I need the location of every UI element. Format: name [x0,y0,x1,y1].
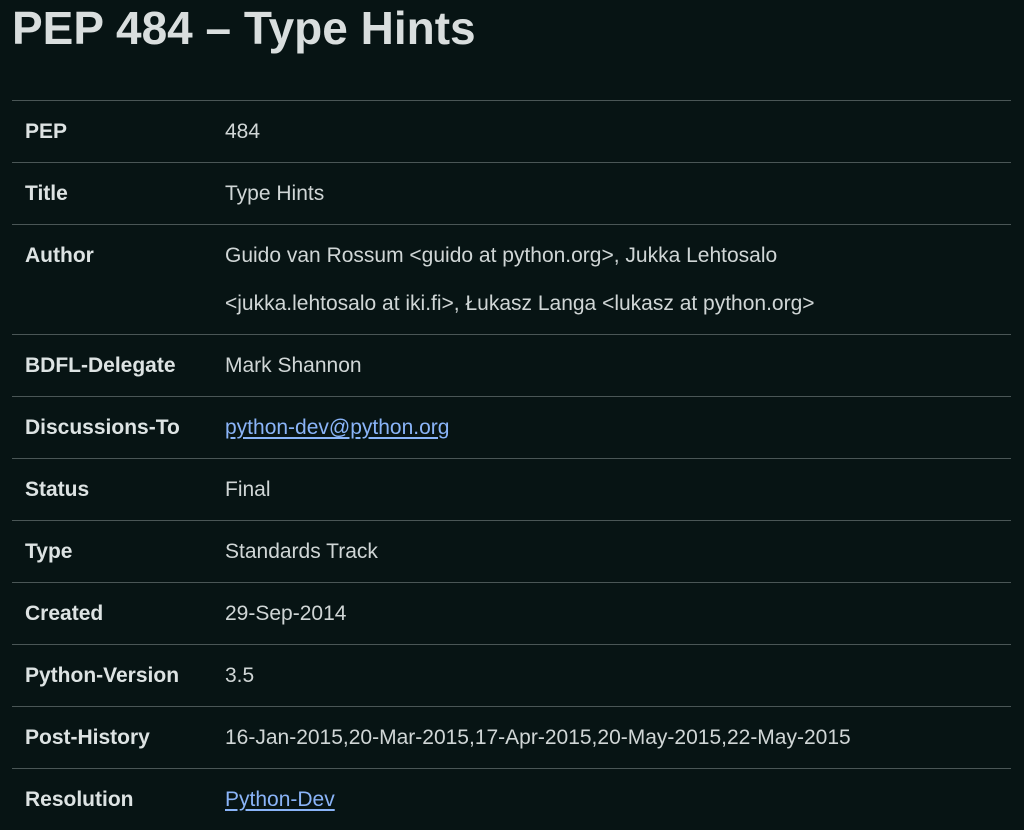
field-value-bdfl-delegate: Mark Shannon [225,354,362,377]
header-row-title: Title Type Hints [12,163,1011,225]
field-value-created: 29-Sep-2014 [225,602,347,625]
header-row-python-version: Python-Version 3.5 [12,645,1011,707]
header-row-resolution: Resolution Python-Dev [12,769,1011,830]
header-row-post-history: Post-History 16-Jan-2015,20-Mar-2015,17-… [12,707,1011,769]
field-label-author: Author [25,244,94,267]
field-label-pep: PEP [25,120,68,143]
author-line-2: <jukka.lehtosalo at iki.fi>, Łukasz Lang… [225,292,815,315]
field-value-discussions-to: python-dev@python.org [225,397,1011,459]
field-label-discussions-to: Discussions-To [25,416,180,439]
field-label-resolution: Resolution [25,788,134,811]
field-value-status: Final [225,478,271,501]
header-row-created: Created 29-Sep-2014 [12,583,1011,645]
field-value-pep: 484 [225,120,261,143]
field-label-bdfl-delegate: BDFL-Delegate [25,354,176,377]
field-label-created: Created [25,602,104,625]
header-row-type: Type Standards Track [12,521,1011,583]
field-value-resolution: Python-Dev [225,769,1011,830]
field-value-post-history: 16-Jan-2015,20-Mar-2015,17-Apr-2015,20-M… [225,726,851,749]
page-title: PEP 484 – Type Hints [12,2,476,54]
field-value-author: Guido van Rossum <guido at python.org>, … [225,225,1011,335]
header-row-pep: PEP 484 [12,101,1011,163]
pep-header-table: PEP 484 Title Type Hints Author Guido va… [12,100,1011,830]
author-line-1: Guido van Rossum <guido at python.org>, … [225,244,778,267]
header-row-status: Status Final [12,459,1011,521]
field-label-post-history: Post-History [25,726,150,749]
header-row-discussions-to: Discussions-To python-dev@python.org [12,397,1011,459]
discussions-to-link[interactable]: python-dev@python.org [225,416,449,439]
field-value-title: Type Hints [225,182,325,205]
resolution-link[interactable]: Python-Dev [225,788,335,811]
field-label-type: Type [25,540,73,563]
header-row-bdfl-delegate: BDFL-Delegate Mark Shannon [12,335,1011,397]
field-value-type: Standards Track [225,540,378,563]
field-label-title: Title [25,182,68,205]
header-row-author: Author Guido van Rossum <guido at python… [12,225,1011,335]
field-label-python-version: Python-Version [25,664,180,687]
field-label-status: Status [25,478,90,501]
field-value-python-version: 3.5 [225,664,255,687]
